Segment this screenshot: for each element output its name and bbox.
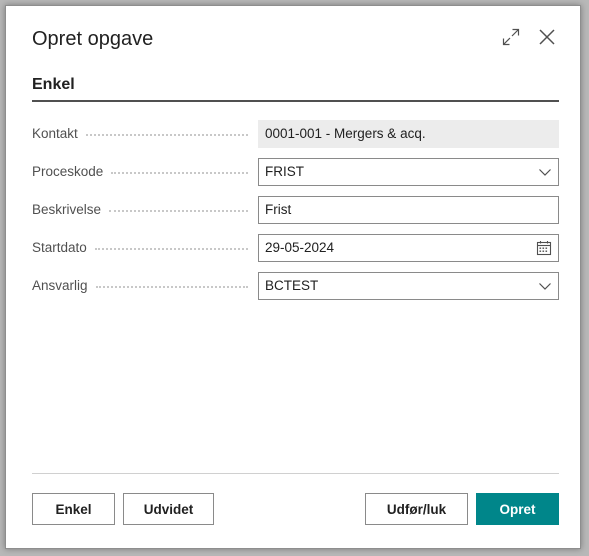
field-label-text: Beskrivelse — [32, 202, 102, 217]
leader-dots — [94, 248, 248, 250]
field-row-kontakt: Kontakt 0001-001 - Mergers & acq. — [32, 120, 559, 148]
dialog-title: Opret opgave — [32, 28, 154, 50]
field-label-text: Proceskode — [32, 164, 104, 179]
footer-divider — [32, 473, 559, 474]
field-label-startdato: Startdato — [32, 234, 252, 262]
kontakt-value: 0001-001 - Mergers & acq. — [265, 126, 426, 141]
udfor-luk-button[interactable]: Udfør/luk — [365, 493, 468, 525]
field-label-text: Kontakt — [32, 126, 78, 141]
create-task-dialog: Opret opgave Enkel Kontakt 0001-001 - Me… — [5, 5, 581, 549]
leader-dots — [95, 286, 248, 288]
leader-dots — [109, 210, 248, 212]
field-label-proceskode: Proceskode — [32, 158, 252, 186]
beskrivelse-value: Frist — [265, 202, 292, 217]
field-row-proceskode: Proceskode FRIST — [32, 158, 559, 186]
proceskode-value: FRIST — [265, 164, 304, 179]
startdato-value: 29-05-2024 — [265, 240, 335, 255]
field-label-ansvarlig: Ansvarlig — [32, 272, 252, 300]
field-label-beskrivelse: Beskrivelse — [32, 196, 252, 224]
startdato-field[interactable]: 29-05-2024 — [258, 234, 559, 262]
beskrivelse-field[interactable]: Frist — [258, 196, 559, 224]
field-row-beskrivelse: Beskrivelse Frist — [32, 196, 559, 224]
field-label-text: Startdato — [32, 240, 87, 255]
ansvarlig-select[interactable]: BCTEST — [258, 272, 559, 300]
field-row-ansvarlig: Ansvarlig BCTEST — [32, 272, 559, 300]
field-label-kontakt: Kontakt — [32, 120, 252, 148]
ansvarlig-value: BCTEST — [265, 278, 319, 293]
field-label-text: Ansvarlig — [32, 278, 88, 293]
leader-dots — [111, 172, 248, 174]
section-title[interactable]: Enkel — [32, 76, 75, 94]
dialog-title-actions — [500, 26, 558, 48]
udvidet-button[interactable]: Udvidet — [123, 493, 214, 525]
chevron-down-icon[interactable] — [538, 159, 552, 185]
calendar-icon[interactable] — [536, 235, 552, 261]
enkel-button[interactable]: Enkel — [32, 493, 115, 525]
opret-button[interactable]: Opret — [476, 493, 559, 525]
close-icon[interactable] — [536, 26, 558, 48]
leader-dots — [85, 134, 248, 136]
expand-icon[interactable] — [500, 26, 522, 48]
kontakt-field[interactable]: 0001-001 - Mergers & acq. — [258, 120, 559, 148]
proceskode-select[interactable]: FRIST — [258, 158, 559, 186]
section-divider — [32, 100, 559, 102]
field-row-startdato: Startdato 29-05-2024 — [32, 234, 559, 262]
chevron-down-icon[interactable] — [538, 273, 552, 299]
